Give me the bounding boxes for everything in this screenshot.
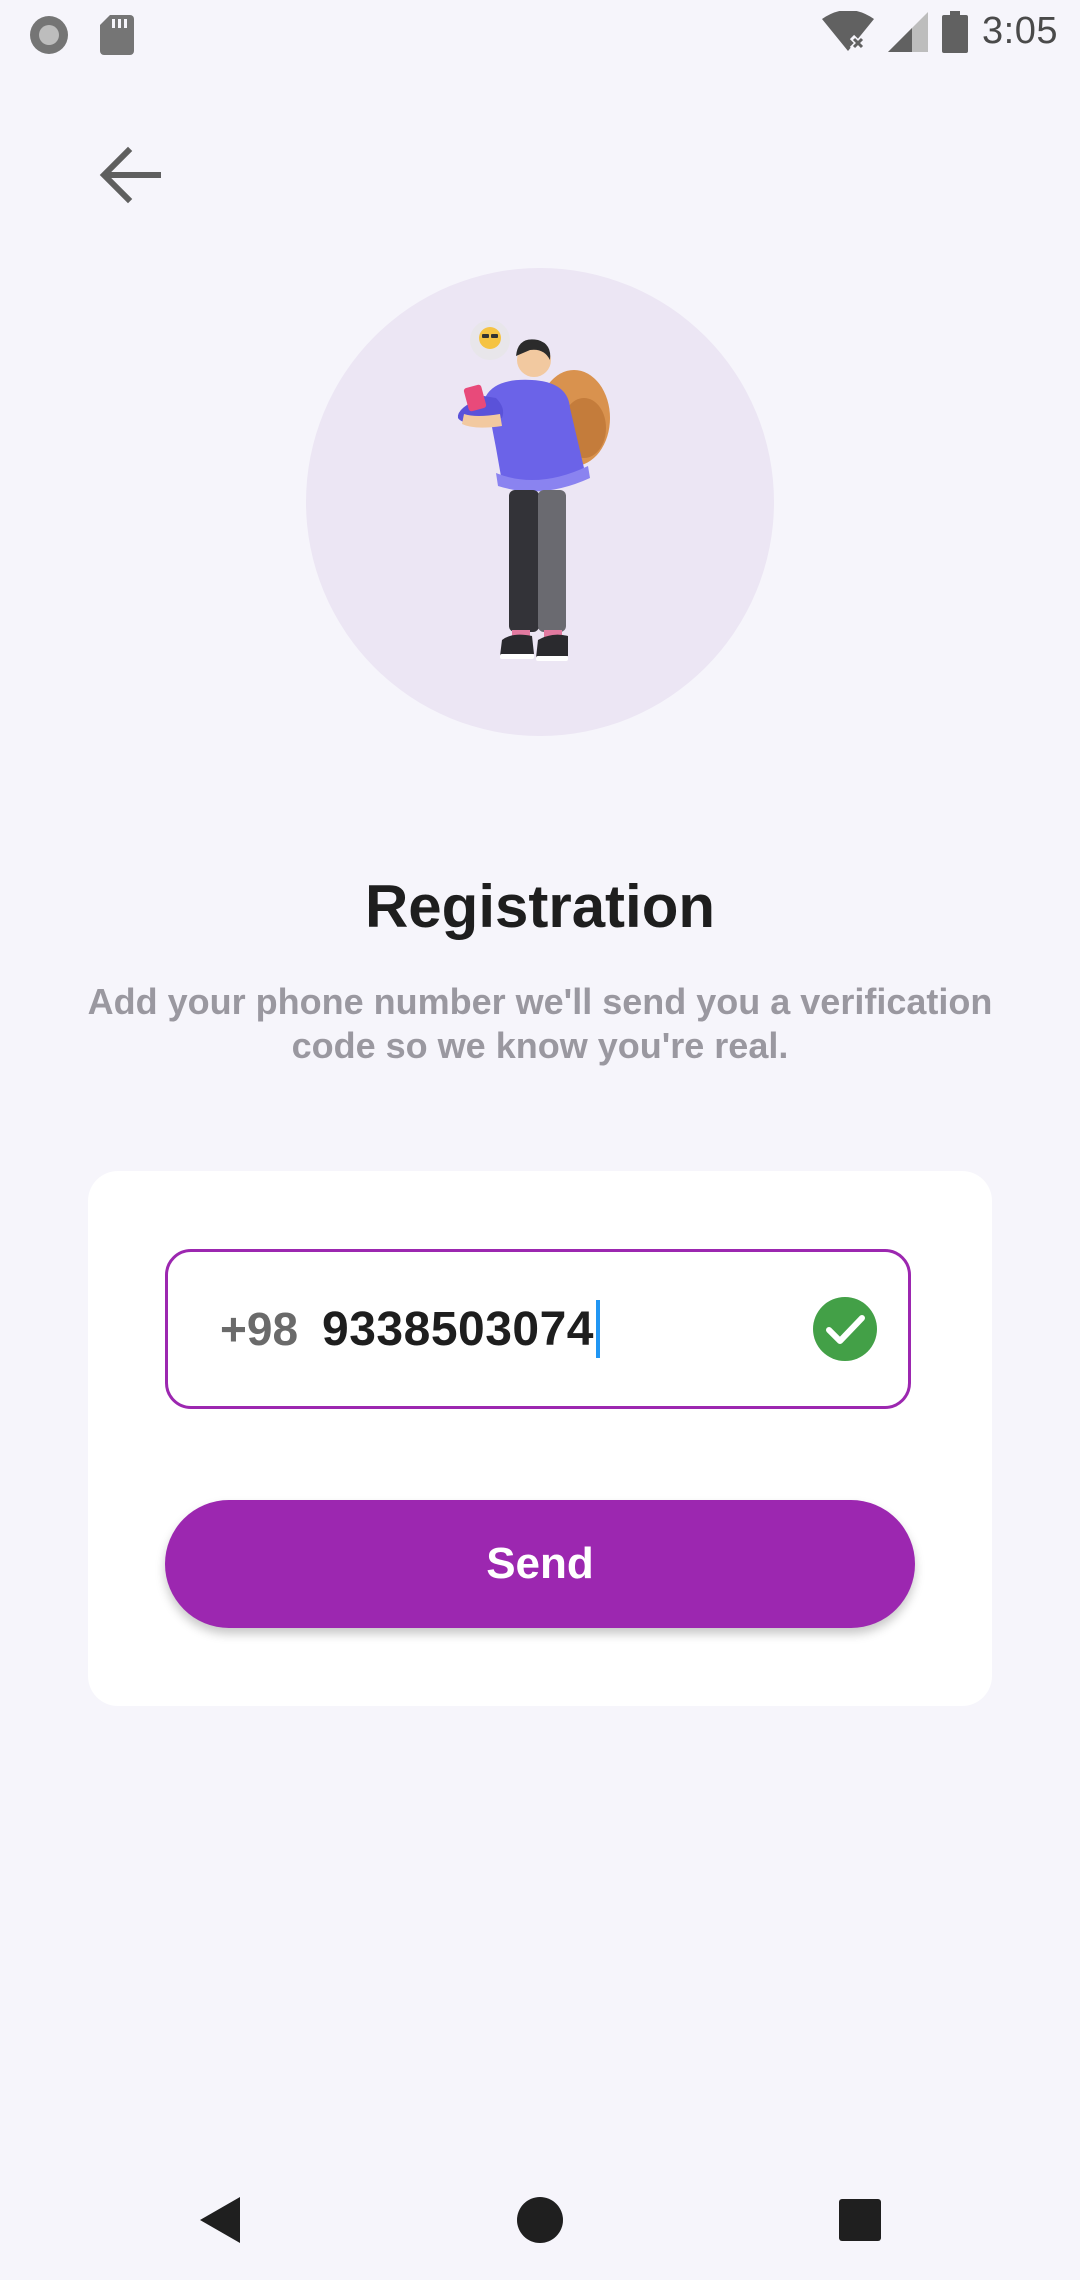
back-triangle-icon xyxy=(200,2197,240,2243)
record-icon xyxy=(30,16,68,54)
registration-card: +98 9338503074 Send xyxy=(88,1171,992,1706)
back-button[interactable] xyxy=(90,135,170,215)
text-cursor xyxy=(595,1300,600,1358)
phone-number-value[interactable]: 9338503074 xyxy=(322,1302,594,1357)
page-subtitle: Add your phone number we'll send you a v… xyxy=(87,981,993,1066)
page-title: Registration xyxy=(364,873,716,940)
status-bar-left xyxy=(28,14,134,56)
person-with-phone-illustration xyxy=(457,320,610,661)
sd-card-icon xyxy=(100,15,134,55)
illustration xyxy=(306,268,774,736)
check-circle-icon xyxy=(813,1297,877,1361)
recents-square-icon xyxy=(839,2199,881,2241)
country-code[interactable]: +98 xyxy=(220,1302,298,1356)
nav-recents-button[interactable] xyxy=(830,2190,890,2250)
system-nav-bar xyxy=(0,2160,1080,2280)
legs xyxy=(509,490,539,632)
nav-back-button[interactable] xyxy=(190,2190,250,2250)
battery-icon xyxy=(942,10,969,53)
cell-signal-icon xyxy=(888,11,929,52)
home-circle-icon xyxy=(517,2197,563,2243)
send-button[interactable]: Send xyxy=(165,1500,915,1628)
status-time: 3:05 xyxy=(982,10,1058,52)
nav-home-button[interactable] xyxy=(510,2190,570,2250)
phone-input[interactable]: +98 9338503074 xyxy=(165,1249,911,1409)
status-bar-right: 3:05 xyxy=(822,10,1058,53)
status-bar: 3:05 xyxy=(0,0,1080,68)
arrow-left-icon xyxy=(99,146,161,204)
wifi-no-internet-icon xyxy=(822,10,875,51)
